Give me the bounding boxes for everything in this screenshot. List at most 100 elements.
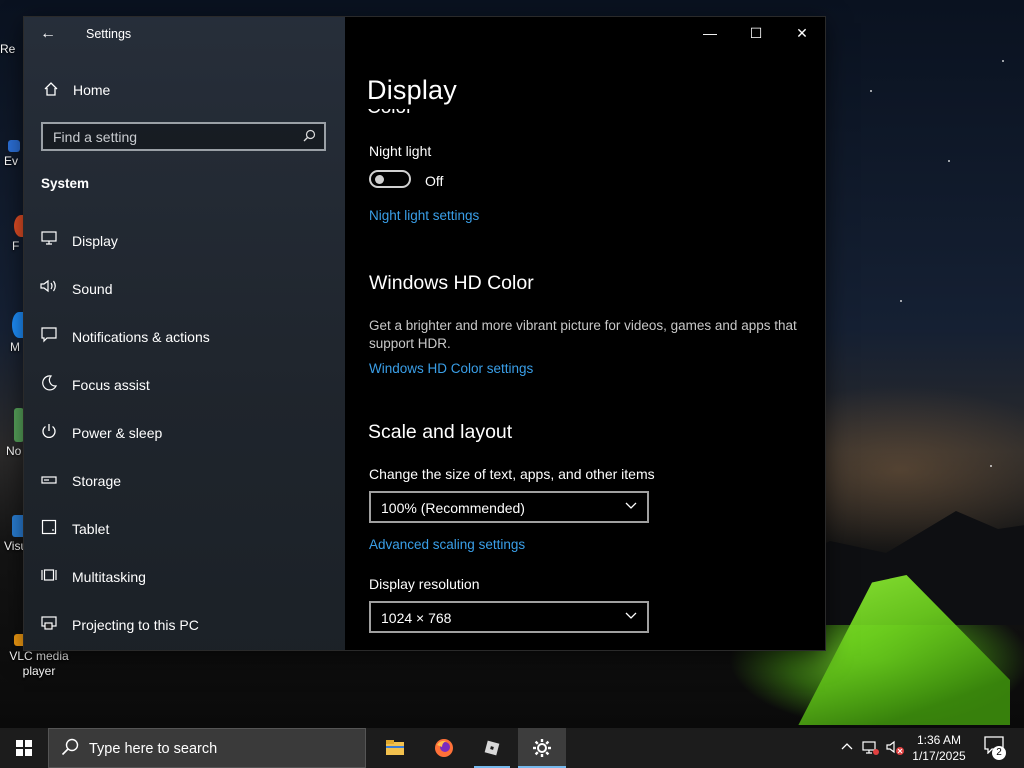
wallpaper-star bbox=[990, 465, 992, 467]
desktop-icon-label: No bbox=[6, 444, 22, 458]
sidebar-item-label: Multitasking bbox=[72, 569, 146, 585]
sidebar-item-label: Power & sleep bbox=[72, 425, 163, 441]
desktop-icon-label: Ev bbox=[4, 154, 19, 168]
sidebar-item-label: Sound bbox=[72, 281, 113, 297]
sidebar-item-label: Tablet bbox=[72, 521, 110, 537]
sidebar-item-multitasking[interactable]: Multitasking bbox=[24, 561, 345, 593]
start-button[interactable] bbox=[0, 728, 48, 768]
size-label: Change the size of text, apps, and other… bbox=[369, 466, 655, 482]
sidebar-item-label: Projecting to this PC bbox=[72, 617, 199, 633]
night-light-state: Off bbox=[425, 173, 444, 189]
minimize-button[interactable]: — bbox=[687, 17, 733, 49]
roblox-icon bbox=[482, 738, 502, 758]
sidebar-item-focus-assist[interactable]: Focus assist bbox=[24, 369, 345, 401]
sidebar-item-label: Home bbox=[73, 82, 111, 98]
action-center-button[interactable]: 2 bbox=[980, 736, 1008, 760]
wallpaper-star bbox=[870, 90, 872, 92]
sidebar-item-tablet[interactable]: Tablet bbox=[24, 513, 345, 545]
wallpaper-star bbox=[1002, 60, 1004, 62]
multitasking-icon bbox=[40, 567, 58, 585]
sidebar-item-label: Display bbox=[72, 233, 118, 249]
taskbar-clock[interactable]: 1:36 AM 1/17/2025 bbox=[900, 732, 978, 764]
speaker-icon bbox=[40, 279, 58, 297]
title-bar[interactable]: ← Settings bbox=[24, 17, 345, 51]
sidebar-item-power-sleep[interactable]: Power & sleep bbox=[24, 417, 345, 449]
close-icon: ✕ bbox=[796, 25, 808, 41]
taskbar-app-firefox[interactable] bbox=[420, 728, 468, 768]
chevron-down-icon bbox=[625, 499, 637, 514]
sidebar-item-label: Notifications & actions bbox=[72, 329, 210, 345]
sidebar-item-display[interactable]: Display bbox=[24, 225, 345, 257]
advanced-scaling-link[interactable]: Advanced scaling settings bbox=[369, 537, 525, 552]
search-placeholder: Find a setting bbox=[53, 129, 138, 145]
taskbar: Type here to search 1:36 AM 1/17/2025 2 bbox=[0, 728, 1024, 768]
content-pane: — ☐ ✕ Color Display Night light Off Nigh… bbox=[345, 17, 825, 650]
taskbar-app-file-explorer[interactable] bbox=[371, 728, 419, 768]
desktop-icon-label: M bbox=[10, 340, 20, 354]
chevron-up-icon bbox=[840, 740, 854, 757]
page-title: Display bbox=[367, 75, 457, 105]
notification-icon bbox=[40, 327, 58, 345]
sidebar-item-sound[interactable]: Sound bbox=[24, 273, 345, 305]
home-icon bbox=[42, 81, 60, 99]
power-icon bbox=[40, 423, 58, 441]
windows-logo-icon bbox=[16, 740, 32, 756]
monitor-icon bbox=[40, 231, 58, 249]
desktop-icon-label: VLC media player bbox=[9, 649, 69, 678]
search-icon bbox=[61, 738, 79, 761]
network-icon bbox=[862, 740, 880, 759]
wallpaper-star bbox=[948, 160, 950, 162]
back-button[interactable]: ← bbox=[36, 23, 60, 45]
taskbar-app-roblox[interactable] bbox=[468, 728, 516, 768]
hd-color-settings-link[interactable]: Windows HD Color settings bbox=[369, 361, 533, 376]
taskbar-app-settings[interactable] bbox=[518, 728, 566, 768]
sidebar: ← Settings Home Find a setting System Di… bbox=[24, 17, 345, 650]
resolution-label: Display resolution bbox=[369, 576, 480, 592]
resolution-value: 1024 × 768 bbox=[381, 610, 452, 626]
sidebar-item-storage[interactable]: Storage bbox=[24, 465, 345, 497]
clock-time: 1:36 AM bbox=[916, 733, 962, 747]
wallpaper-star bbox=[900, 300, 902, 302]
firefox-icon bbox=[434, 738, 454, 758]
sidebar-item-notifications[interactable]: Notifications & actions bbox=[24, 321, 345, 353]
app-icon bbox=[8, 140, 20, 152]
search-icon bbox=[303, 129, 316, 145]
scale-value: 100% (Recommended) bbox=[381, 500, 525, 516]
section-heading-color: Color bbox=[367, 109, 567, 117]
search-input[interactable]: Find a setting bbox=[41, 122, 326, 151]
hd-color-heading: Windows HD Color bbox=[369, 272, 534, 294]
app-title: Settings bbox=[86, 27, 132, 41]
close-button[interactable]: ✕ bbox=[779, 17, 825, 49]
desktop-icon-label: F bbox=[12, 239, 20, 253]
moon-icon bbox=[40, 375, 58, 393]
notepad-icon bbox=[14, 408, 24, 442]
tray-network-button[interactable] bbox=[860, 728, 882, 768]
chevron-down-icon bbox=[625, 609, 637, 624]
sidebar-item-label: Storage bbox=[72, 473, 122, 489]
tray-overflow-button[interactable] bbox=[838, 728, 856, 768]
tablet-icon bbox=[40, 519, 58, 537]
maximize-icon: ☐ bbox=[749, 25, 763, 41]
notification-count-badge: 2 bbox=[992, 746, 1006, 760]
night-light-settings-link[interactable]: Night light settings bbox=[369, 208, 479, 223]
night-light-toggle[interactable] bbox=[369, 170, 411, 188]
scale-dropdown[interactable]: 100% (Recommended) bbox=[369, 491, 649, 523]
sidebar-item-label: Focus assist bbox=[72, 377, 150, 393]
taskbar-search-placeholder: Type here to search bbox=[89, 741, 218, 757]
resolution-dropdown[interactable]: 1024 × 768 bbox=[369, 601, 649, 633]
scale-layout-heading: Scale and layout bbox=[368, 421, 513, 443]
hd-color-description: Get a brighter and more vibrant picture … bbox=[369, 318, 797, 351]
taskbar-search-box[interactable]: Type here to search bbox=[48, 728, 366, 768]
minimize-icon: — bbox=[703, 25, 717, 41]
settings-icon bbox=[532, 738, 552, 758]
projecting-icon bbox=[40, 615, 58, 633]
toggle-knob bbox=[375, 175, 384, 184]
storage-icon bbox=[40, 471, 58, 489]
section-title: System bbox=[41, 176, 90, 191]
maximize-button[interactable]: ☐ bbox=[733, 17, 779, 49]
file-explorer-icon bbox=[385, 738, 405, 758]
arrow-left-icon: ← bbox=[40, 25, 56, 42]
clock-date: 1/17/2025 bbox=[912, 749, 966, 763]
sidebar-item-home[interactable]: Home bbox=[24, 77, 345, 105]
sidebar-item-projecting[interactable]: Projecting to this PC bbox=[24, 609, 345, 641]
